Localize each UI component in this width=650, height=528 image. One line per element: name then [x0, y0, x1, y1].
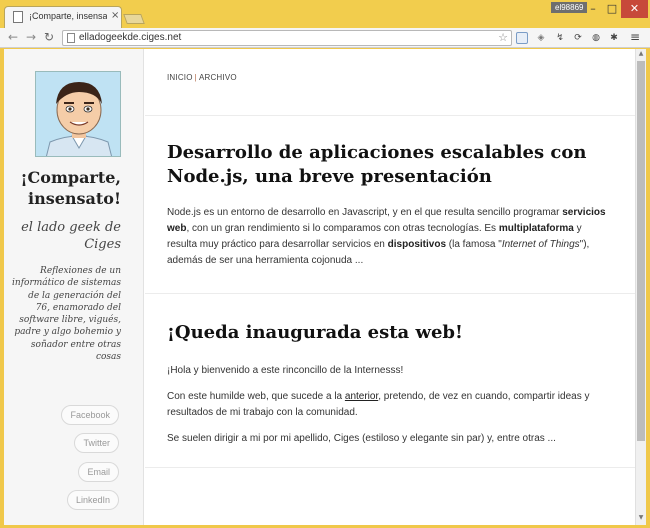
author-bio: Reflexiones de un informático de sistema…	[12, 266, 121, 363]
post-title[interactable]: ¡Queda inaugurada esta web!	[167, 321, 587, 345]
forward-arrow-icon[interactable]: →	[26, 30, 36, 44]
maximize-button[interactable]: □	[603, 0, 621, 18]
divider	[145, 467, 635, 468]
page-favicon-icon	[13, 11, 23, 23]
divider	[145, 115, 635, 116]
post-paragraph: Se suelen dirigir a mi por mi apellido, …	[167, 433, 556, 444]
twitter-button[interactable]: Twitter	[74, 433, 119, 453]
post-paragraph: ¡Hola y bienvenido a este rinconcillo de…	[167, 365, 404, 376]
author-avatar	[35, 71, 121, 157]
back-arrow-icon[interactable]: ←	[8, 30, 18, 44]
breadcrumb: INICIO | ARCHIVO	[167, 73, 237, 82]
reload-icon[interactable]: ↻	[44, 30, 54, 44]
linkedin-button[interactable]: LinkedIn	[66, 490, 119, 510]
address-bar[interactable]: elladogeekde.ciges.net ☆	[62, 30, 512, 46]
browser-titlebar: ¡Comparte, insensato! (el l × el98869 – …	[0, 0, 650, 28]
page-icon	[67, 33, 75, 43]
main-content: INICIO | ARCHIVO Desarrollo de aplicacione…	[145, 49, 635, 525]
site-tagline: el lado geek de Ciges	[21, 220, 121, 252]
extension-globe-icon[interactable]: ◍	[590, 32, 602, 44]
site-title[interactable]: ¡Comparte, insensato!	[12, 167, 121, 209]
email-button[interactable]: Email	[78, 462, 119, 482]
new-tab-button[interactable]	[123, 14, 145, 24]
bookmark-star-icon[interactable]: ☆	[498, 31, 508, 44]
facebook-button[interactable]: Facebook	[61, 405, 119, 425]
breadcrumb-separator: |	[194, 73, 197, 82]
extension-new-icon[interactable]	[516, 32, 528, 44]
sidebar: ¡Comparte, insensato! el lado geek de Ci…	[4, 49, 144, 525]
post-excerpt: Node.js es un entorno de desarrollo en J…	[167, 207, 606, 266]
minimize-button[interactable]: –	[584, 0, 602, 18]
scroll-thumb[interactable]	[637, 61, 645, 441]
extension-shield-icon[interactable]: ◈	[535, 32, 547, 44]
tab-close-icon[interactable]: ×	[111, 10, 119, 21]
url-text[interactable]: elladogeekde.ciges.net	[79, 32, 181, 43]
avatar-illustration-icon	[36, 72, 120, 156]
page-scrollbar[interactable]: ▲ ▼	[635, 49, 646, 525]
extension-sync-icon[interactable]: ⟳	[572, 32, 584, 44]
scroll-down-arrow-icon[interactable]: ▼	[636, 513, 646, 523]
page-viewport: ¡Comparte, insensato! el lado geek de Ci…	[4, 49, 646, 525]
divider	[145, 293, 635, 294]
breadcrumb-home-link[interactable]: INICIO	[167, 73, 193, 82]
post-paragraph: Con este humilde web, que sucede a la an…	[167, 391, 590, 418]
browser-toolbar: ← → ↻ elladogeekde.ciges.net ☆ ◈ ↯ ⟳ ◍ ✱…	[0, 28, 650, 48]
extension-settings-icon[interactable]: ✱	[608, 32, 620, 44]
extension-share-icon[interactable]: ↯	[554, 32, 566, 44]
post-title[interactable]: Desarrollo de aplicaciones escalables co…	[167, 141, 587, 189]
browser-tab[interactable]: ¡Comparte, insensato! (el l ×	[4, 6, 122, 28]
user-badge[interactable]: el98869	[551, 2, 588, 13]
close-window-button[interactable]: ✕	[621, 0, 648, 18]
anterior-link[interactable]: anterior	[345, 391, 378, 402]
scroll-up-arrow-icon[interactable]: ▲	[636, 49, 646, 59]
breadcrumb-archive-link[interactable]: ARCHIVO	[199, 73, 237, 82]
tab-title: ¡Comparte, insensato! (el l	[29, 11, 107, 21]
browser-menu-icon[interactable]: ≡	[630, 30, 640, 44]
